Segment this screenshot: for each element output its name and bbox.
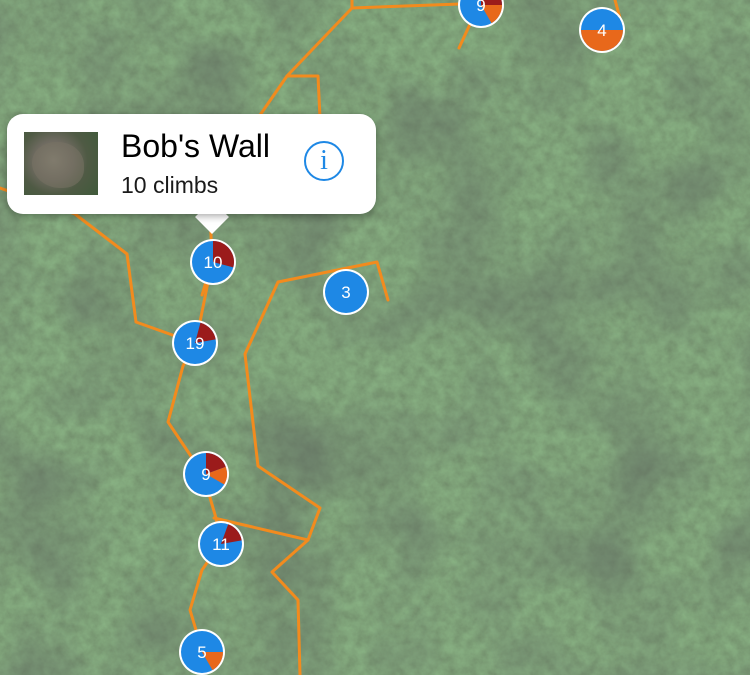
marker-count-label: 19: [186, 334, 205, 353]
crag-thumbnail: [24, 132, 98, 195]
crag-climb-count: 10 climbs: [121, 172, 219, 198]
marker-count-label: 5: [197, 643, 206, 662]
marker-count-label: 4: [597, 21, 606, 40]
crag-marker-left-mid[interactable]: 19: [172, 320, 218, 366]
info-button[interactable]: i: [304, 141, 344, 181]
marker-count-label: 11: [212, 535, 230, 554]
crag-marker-top-right[interactable]: 4: [579, 7, 625, 53]
satellite-map[interactable]: 9 4 10 3 19 9 11 5: [0, 0, 750, 675]
terrain-shading: [0, 0, 750, 675]
crag-title: Bob's Wall: [121, 128, 270, 164]
marker-count-label: 9: [476, 0, 485, 15]
crag-callout[interactable]: Bob's Wall 10 climbs i: [7, 114, 376, 214]
marker-count-label: 3: [341, 283, 350, 302]
crag-marker-lower-11[interactable]: 11: [198, 521, 244, 567]
crag-marker-bottom-5[interactable]: 5: [179, 629, 225, 675]
crag-marker-lower-9[interactable]: 9: [183, 451, 229, 497]
marker-count-label: 10: [204, 253, 223, 272]
crag-marker-bobs-wall[interactable]: 10: [190, 239, 236, 285]
crag-marker-mid-right[interactable]: 3: [323, 269, 369, 315]
info-icon: i: [320, 145, 328, 176]
marker-count-label: 9: [201, 465, 210, 484]
